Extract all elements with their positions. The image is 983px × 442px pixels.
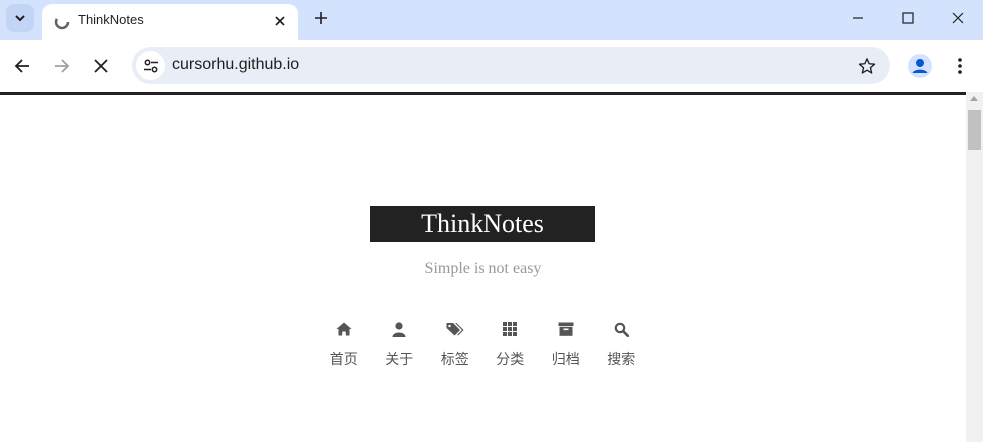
- minimize-button[interactable]: [833, 0, 883, 36]
- tune-icon: [143, 59, 158, 72]
- url-text[interactable]: cursorhu.github.io: [172, 56, 299, 74]
- arrow-right-icon: [55, 59, 70, 73]
- site-title[interactable]: ThinkNotes: [421, 209, 544, 239]
- page-viewport: ThinkNotes Simple is not easy 首页 关于 标签 分…: [0, 95, 966, 442]
- new-tab-button[interactable]: [308, 5, 334, 31]
- chevron-down-icon: [15, 15, 25, 22]
- close-icon: [952, 12, 964, 24]
- browser-menu-button[interactable]: [946, 52, 974, 80]
- bookmark-button[interactable]: [856, 55, 878, 77]
- browser-toolbar: cursorhu.github.io: [0, 40, 983, 92]
- arrow-left-icon: [14, 59, 29, 73]
- window-close-button[interactable]: [933, 0, 983, 36]
- menu-item-search[interactable]: 搜索: [594, 320, 650, 369]
- active-tab[interactable]: ThinkNotes: [42, 4, 298, 40]
- close-icon: [94, 59, 108, 73]
- back-button[interactable]: [8, 52, 36, 80]
- menu-item-categories[interactable]: 分类: [483, 320, 539, 369]
- minimize-icon: [853, 17, 863, 19]
- tab-close-button[interactable]: [270, 11, 290, 31]
- site-subtitle: Simple is not easy: [424, 260, 542, 277]
- home-icon: [335, 320, 353, 338]
- plus-icon: [315, 12, 327, 24]
- menu-item-home[interactable]: 首页: [316, 320, 372, 369]
- site-info-button[interactable]: [136, 51, 165, 80]
- tab-strip: ThinkNotes: [0, 0, 983, 40]
- user-icon: [390, 320, 408, 338]
- search-icon: [612, 320, 630, 338]
- maximize-icon: [902, 12, 914, 24]
- menu-item-archives[interactable]: 归档: [538, 320, 594, 369]
- menu-label: 归档: [551, 352, 580, 368]
- forward-button[interactable]: [48, 52, 76, 80]
- menu-item-tags[interactable]: 标签: [427, 320, 483, 369]
- star-icon: [858, 58, 876, 74]
- tags-icon: [446, 320, 464, 338]
- profile-button[interactable]: [906, 52, 934, 80]
- tab-title: ThinkNotes: [78, 12, 144, 27]
- avatar-icon: [908, 54, 932, 78]
- th-icon: [501, 320, 519, 338]
- scroll-up-arrow-icon[interactable]: [970, 96, 978, 101]
- loading-favicon-icon: [54, 14, 70, 30]
- site-menu: 首页 关于 标签 分类 归档 搜索: [316, 320, 649, 369]
- menu-label: 搜索: [607, 352, 636, 368]
- page-scrollbar[interactable]: [966, 92, 983, 442]
- more-vert-icon: [958, 58, 962, 74]
- maximize-button[interactable]: [883, 0, 933, 36]
- close-icon: [275, 16, 285, 26]
- menu-label: 标签: [440, 352, 469, 368]
- stop-loading-button[interactable]: [87, 52, 115, 80]
- menu-item-about[interactable]: 关于: [372, 320, 428, 369]
- archive-icon: [557, 320, 575, 338]
- scrollbar-thumb[interactable]: [968, 110, 981, 150]
- menu-label: 首页: [329, 352, 358, 368]
- menu-label: 分类: [496, 352, 525, 368]
- tab-search-button[interactable]: [6, 4, 34, 32]
- site-brand[interactable]: ThinkNotes: [370, 206, 595, 242]
- menu-label: 关于: [385, 352, 414, 368]
- address-bar[interactable]: cursorhu.github.io: [132, 47, 890, 84]
